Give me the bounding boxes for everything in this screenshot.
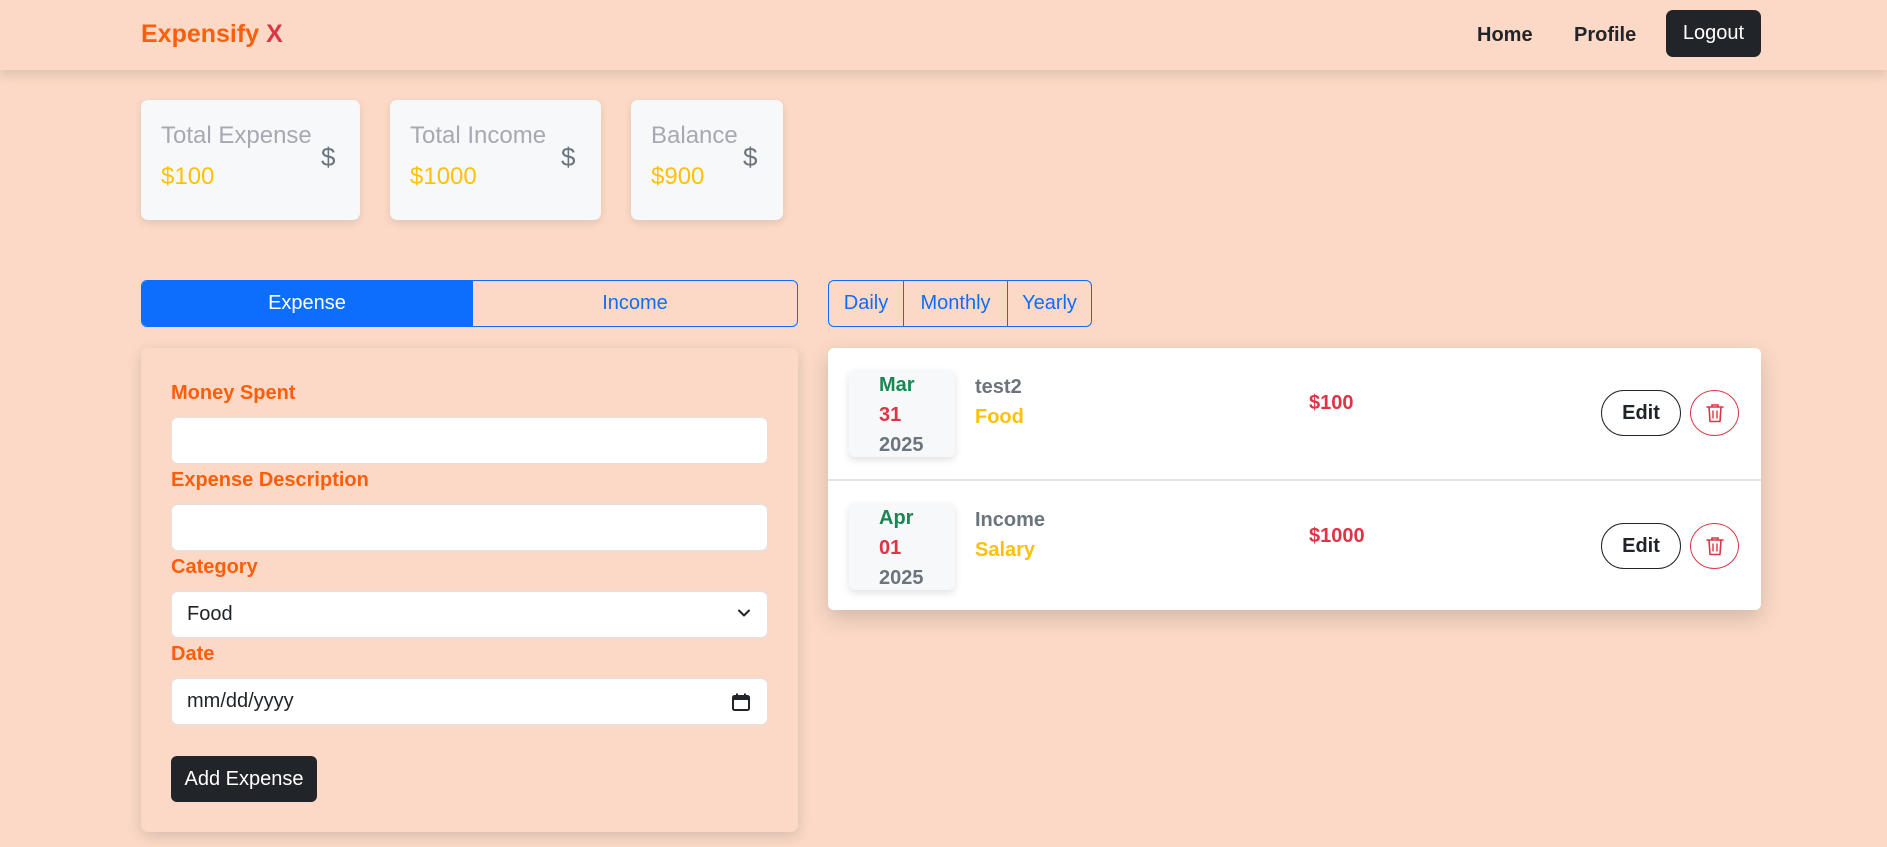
date-month: Apr [879,507,914,529]
period-monthly[interactable]: Monthly [904,281,1008,326]
date-day: 31 [879,404,902,426]
date-month: Mar [879,374,915,396]
transaction-amount: $1000 [1309,525,1365,547]
description-input[interactable] [171,504,768,551]
edit-button[interactable]: Edit [1601,390,1681,436]
period-toggle: Daily Monthly Yearly [828,280,1092,327]
dollar-icon: $ [321,142,336,172]
date-year: 2025 [879,567,924,589]
calendar-icon[interactable] [731,692,751,712]
category-select[interactable]: Food [171,591,768,638]
trash-icon [1705,404,1724,423]
transaction-description: Income [975,509,1046,531]
transaction-amount: $100 [1309,392,1354,414]
date-input[interactable]: mm/dd/yyyy [171,678,768,725]
transaction-category: Food [975,406,1024,428]
stat-title: Total Income [410,122,547,149]
nav-link-home[interactable]: Home [1477,24,1533,47]
brand-accent: X [266,20,283,48]
transaction-description: test2 [975,376,1022,398]
category-label: Category [171,556,258,578]
date-badge: Apr 01 2025 [849,503,955,590]
period-yearly[interactable]: Yearly [1008,281,1091,326]
expense-form: Money Spent Expense Description Category… [141,348,798,832]
stat-card-total-expense: Total Expense $100 $ [141,100,360,220]
delete-button[interactable] [1690,523,1739,569]
transaction-row: Mar 31 2025 test2 Food $100 Edit [828,348,1761,479]
date-badge: Mar 31 2025 [849,370,955,457]
brand-logo[interactable]: Expensify X [141,20,283,49]
tab-income[interactable]: Income [473,281,797,326]
type-toggle: Expense Income [141,280,798,327]
tab-expense[interactable]: Expense [142,281,473,326]
money-label: Money Spent [171,382,296,404]
category-value: Food [187,603,233,625]
dollar-icon: $ [743,142,758,172]
navbar: Expensify X Home Profile Logout [0,0,1887,70]
edit-button[interactable]: Edit [1601,523,1681,569]
stat-value: $100 [161,163,215,190]
date-day: 01 [879,537,902,559]
date-placeholder: mm/dd/yyyy [187,690,294,712]
logout-button[interactable]: Logout [1666,10,1761,57]
delete-button[interactable] [1690,390,1739,436]
transaction-list: Mar 31 2025 test2 Food $100 Edit Apr 01 … [828,348,1761,610]
trash-icon [1705,537,1724,556]
date-label: Date [171,643,215,665]
stat-title: Balance [651,122,738,149]
date-year: 2025 [879,434,924,456]
stat-title: Total Expense [161,122,312,149]
stat-value: $1000 [410,163,477,190]
transaction-category: Salary [975,539,1036,561]
money-input[interactable] [171,417,768,464]
stat-card-total-income: Total Income $1000 $ [390,100,601,220]
stat-value: $900 [651,163,705,190]
add-expense-button[interactable]: Add Expense [171,756,317,802]
stat-card-balance: Balance $900 $ [631,100,783,220]
chevron-down-icon [738,609,750,617]
period-daily[interactable]: Daily [829,281,904,326]
description-label: Expense Description [171,469,369,491]
brand-name: Expensify [141,20,260,48]
nav-link-profile[interactable]: Profile [1574,24,1636,47]
transaction-row: Apr 01 2025 Income Salary $1000 Edit [828,479,1761,610]
dollar-icon: $ [561,142,576,172]
